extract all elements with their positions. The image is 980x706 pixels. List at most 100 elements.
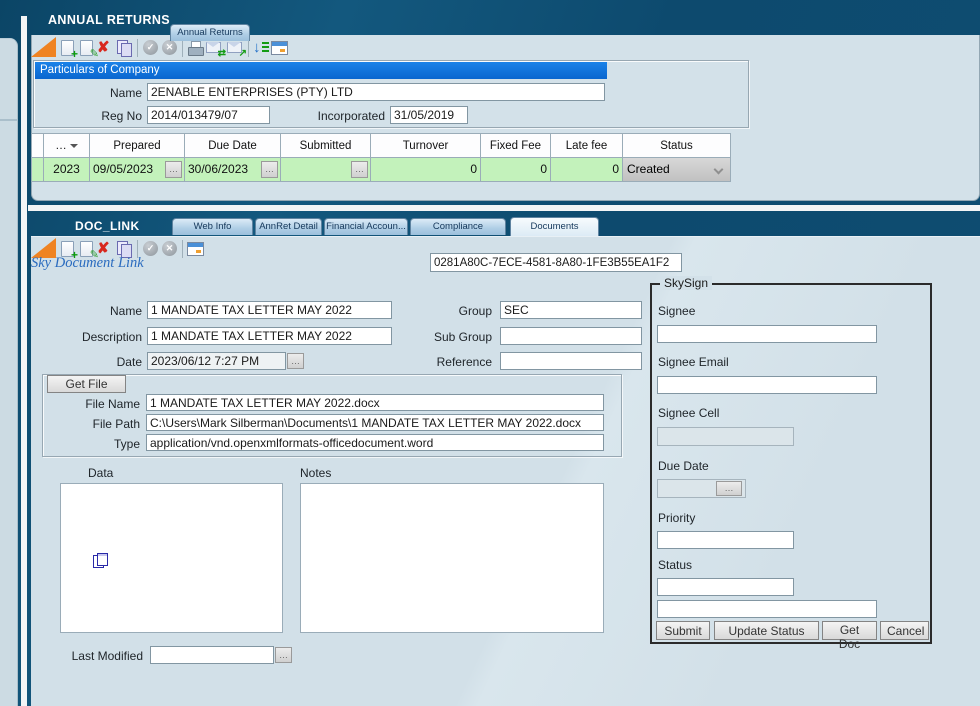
approve-button[interactable]: ✓ — [141, 38, 160, 57]
skysign-status-field[interactable] — [657, 578, 794, 596]
collapsed-dock-panel[interactable] — [0, 38, 18, 706]
signee-label: Signee — [658, 304, 695, 318]
vertical-splitter[interactable] — [21, 16, 27, 706]
grid-header-fixed-fee[interactable]: Fixed Fee — [481, 133, 551, 158]
check-circle-icon: ✓ — [143, 40, 158, 55]
date-picker-button[interactable]: … — [287, 353, 304, 369]
tab-annret-detail[interactable]: AnnRet Detail — [255, 218, 322, 235]
tab-compliance[interactable]: Compliance — [410, 218, 506, 235]
toolbar-separator — [182, 39, 183, 57]
prepared-date-picker-button[interactable]: … — [165, 161, 182, 178]
skysign-due-date-picker-button[interactable]: … — [716, 481, 742, 496]
panel-title-doc-link: DOC_LINK — [75, 219, 140, 233]
submitted-date-picker-button[interactable]: … — [351, 161, 368, 178]
get-doc-button[interactable]: Get Doc — [822, 621, 877, 640]
grid-header-turnover[interactable]: Turnover — [371, 133, 481, 158]
get-file-button[interactable]: Get File — [47, 375, 126, 393]
notes-box[interactable] — [300, 483, 604, 633]
signee-email-field[interactable] — [657, 376, 877, 394]
file-path-field[interactable] — [146, 414, 604, 431]
skysign-status-label: Status — [658, 558, 692, 572]
late-fee-cell[interactable]: 0 — [551, 158, 623, 182]
company-name-label: Name — [30, 86, 142, 100]
tab-web-info[interactable]: Web Info — [172, 218, 253, 235]
update-status-button[interactable]: Update Status — [714, 621, 819, 640]
check-circle-icon: ✓ — [143, 241, 158, 256]
incorporated-label: Incorporated — [270, 109, 385, 123]
date-field[interactable] — [147, 352, 286, 370]
due-date-picker-button[interactable]: … — [261, 161, 278, 178]
data-box[interactable] — [60, 483, 283, 633]
grid-header-due-date[interactable]: Due Date — [185, 133, 281, 158]
description-label: Description — [32, 330, 142, 344]
grid-header-prepared[interactable]: Prepared — [90, 133, 185, 158]
add-record-button[interactable]: + — [58, 38, 77, 57]
show-form-button[interactable] — [270, 38, 289, 57]
name-field[interactable] — [147, 301, 392, 319]
cancel-button[interactable]: Cancel — [880, 621, 929, 640]
tab-documents[interactable]: Documents — [510, 217, 599, 236]
window-icon — [196, 250, 201, 253]
data-label: Data — [88, 466, 113, 480]
file-type-field[interactable] — [146, 434, 604, 451]
last-modified-label: Last Modified — [33, 649, 143, 663]
file-name-label: File Name — [40, 397, 140, 411]
delete-record-button[interactable]: ✘ — [96, 38, 115, 57]
signee-field[interactable] — [657, 325, 877, 343]
due-date-value: 30/06/2023 — [188, 162, 248, 176]
particulars-header: Particulars of Company — [35, 62, 607, 79]
sub-group-field[interactable] — [500, 327, 642, 345]
window-icon — [280, 49, 285, 52]
reject-button[interactable]: ✕ — [160, 239, 179, 258]
prepared-value: 09/05/2023 — [93, 162, 153, 176]
grid-header-filter[interactable]: … — [44, 133, 90, 158]
dropdown-chevron-icon[interactable] — [714, 165, 724, 175]
grid-header-submitted[interactable]: Submitted — [281, 133, 371, 158]
incorporated-field[interactable] — [390, 106, 468, 124]
description-field[interactable] — [147, 327, 392, 345]
year-cell[interactable]: 2023 — [44, 158, 90, 182]
status-cell[interactable]: Created — [623, 158, 731, 182]
grid-corner-header — [31, 133, 44, 158]
reference-field[interactable] — [500, 352, 642, 370]
delete-x-icon: ✘ — [97, 38, 110, 57]
priority-field[interactable] — [657, 531, 794, 549]
envelope-icon — [227, 42, 241, 47]
group-field[interactable] — [500, 301, 642, 319]
tab-annual-returns[interactable]: Annual Returns — [170, 24, 250, 41]
fixed-fee-cell[interactable]: 0 — [481, 158, 551, 182]
last-modified-picker-button[interactable]: … — [275, 647, 292, 663]
due-date-cell[interactable]: 30/06/2023 … — [185, 158, 281, 182]
submit-button[interactable]: Submit — [656, 621, 710, 640]
show-form-button[interactable] — [186, 239, 205, 258]
file-name-field[interactable] — [146, 394, 604, 411]
document-id-field[interactable] — [430, 253, 682, 272]
toolbar-separator — [182, 240, 183, 258]
filter-dropdown-icon — [70, 144, 78, 148]
reg-no-label: Reg No — [30, 109, 142, 123]
grid-header-status[interactable]: Status — [623, 133, 731, 158]
signee-cell-field[interactable] — [657, 427, 794, 446]
reg-no-field[interactable] — [147, 106, 270, 124]
sort-descending-button[interactable]: ↓ — [252, 38, 271, 57]
last-modified-field[interactable] — [150, 646, 274, 664]
submitted-cell[interactable]: … — [281, 158, 371, 182]
row-selector-cell[interactable] — [31, 158, 44, 182]
skysign-message-field[interactable] — [657, 600, 877, 618]
signee-email-label: Signee Email — [658, 355, 729, 369]
copy-record-button[interactable] — [115, 38, 134, 57]
turnover-cell[interactable]: 0 — [371, 158, 481, 182]
group-label: Group — [400, 304, 492, 318]
prepared-cell[interactable]: 09/05/2023 … — [90, 158, 185, 182]
window-icon — [188, 243, 203, 247]
edit-record-button[interactable]: ✎ — [77, 38, 96, 57]
grid-header-late-fee[interactable]: Late fee — [551, 133, 623, 158]
date-label: Date — [32, 355, 142, 369]
file-path-label: File Path — [40, 417, 140, 431]
horizontal-splitter[interactable] — [28, 205, 980, 211]
paste-data-icon[interactable] — [93, 553, 109, 569]
company-name-field[interactable] — [147, 83, 605, 101]
envelope-icon — [206, 42, 220, 47]
tab-financial-accounts[interactable]: Financial Accoun... — [324, 218, 408, 235]
x-circle-icon: ✕ — [162, 40, 177, 55]
